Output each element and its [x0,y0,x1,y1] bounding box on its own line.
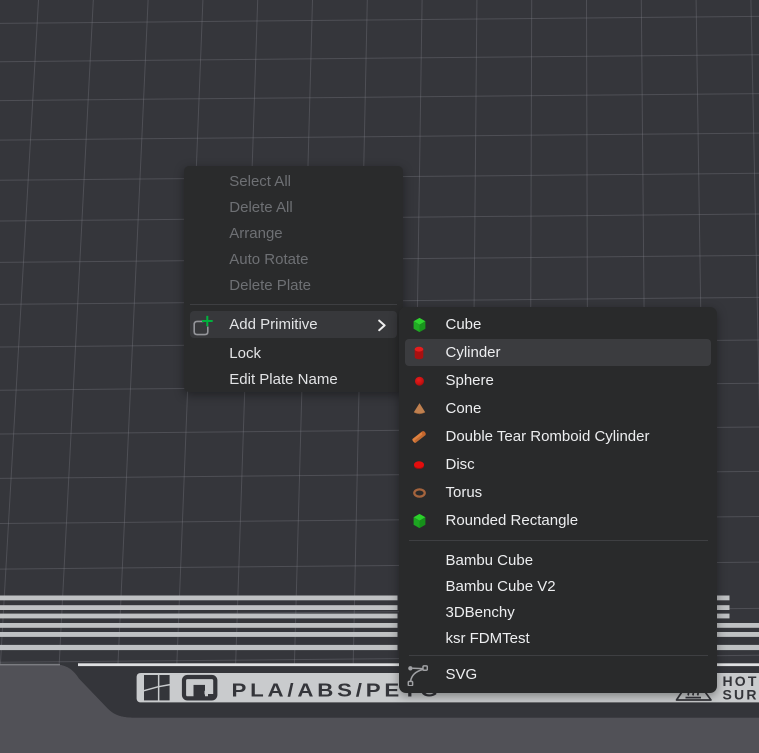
svg-text:SURFACE: SURFACE [723,687,759,703]
